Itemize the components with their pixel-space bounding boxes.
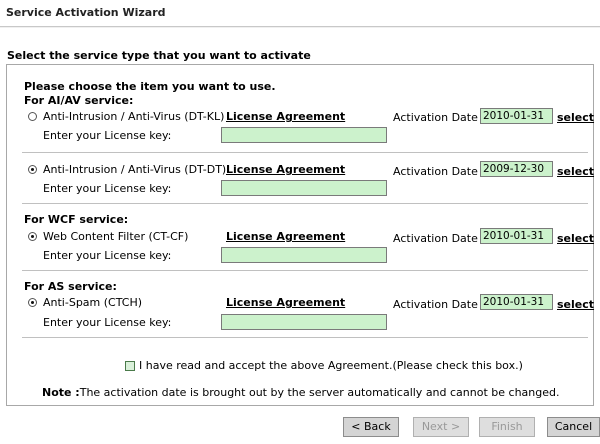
agreement-text: I have read and accept the above Agreeme… xyxy=(139,359,523,372)
divider xyxy=(22,337,588,338)
select-link-dt-kl[interactable]: select xyxy=(557,111,594,124)
divider xyxy=(22,203,588,204)
license-key-input-dt-kl[interactable] xyxy=(221,127,387,143)
cancel-button[interactable]: Cancel xyxy=(547,417,600,437)
note-text: The activation date is brought out by th… xyxy=(79,386,560,399)
license-key-label: Enter your License key: xyxy=(43,316,172,329)
radio-ctch[interactable] xyxy=(28,298,37,307)
activation-date-label: Activation Date : xyxy=(393,165,486,178)
license-key-input-ct-cf[interactable] xyxy=(221,247,387,263)
activation-date-label: Activation Date : xyxy=(393,111,486,124)
radio-ct-cf[interactable] xyxy=(28,232,37,241)
license-key-label: Enter your License key: xyxy=(43,182,172,195)
activation-date-label: Activation Date : xyxy=(393,298,486,311)
license-agreement-link-dt-dt[interactable]: License Agreement xyxy=(226,163,345,176)
section-title: Select the service type that you want to… xyxy=(7,49,311,62)
service-label-dt-kl: Anti-Intrusion / Anti-Virus (DT-KL) xyxy=(43,110,225,123)
license-key-input-dt-dt[interactable] xyxy=(221,180,387,196)
group-label-as: For AS service: xyxy=(24,280,117,293)
back-button[interactable]: < Back xyxy=(343,417,399,437)
activation-date-field-ct-cf: 2010-01-31 xyxy=(480,228,553,244)
title-divider-shadow xyxy=(0,27,600,28)
note-label: Note : xyxy=(42,386,80,399)
radio-dt-dt[interactable] xyxy=(28,165,37,174)
finish-button[interactable]: Finish xyxy=(479,417,535,437)
activation-date-field-dt-kl: 2010-01-31 xyxy=(480,108,553,124)
wizard-title: Service Activation Wizard xyxy=(6,6,166,19)
agreement-checkbox[interactable] xyxy=(125,361,135,371)
radio-dt-kl[interactable] xyxy=(28,112,37,121)
activation-date-field-dt-dt: 2009-12-30 xyxy=(480,161,553,177)
license-agreement-link-dt-kl[interactable]: License Agreement xyxy=(226,110,345,123)
select-link-ctch[interactable]: select xyxy=(557,298,594,311)
service-label-dt-dt: Anti-Intrusion / Anti-Virus (DT-DT) xyxy=(43,163,227,176)
divider xyxy=(22,152,588,153)
intro-text: Please choose the item you want to use. xyxy=(24,80,276,93)
select-link-dt-dt[interactable]: select xyxy=(557,165,594,178)
divider xyxy=(22,270,588,271)
select-link-ct-cf[interactable]: select xyxy=(557,232,594,245)
service-label-ct-cf: Web Content Filter (CT-CF) xyxy=(43,230,189,243)
note: Note :The activation date is brought out… xyxy=(42,386,560,399)
license-agreement-link-ctch[interactable]: License Agreement xyxy=(226,296,345,309)
activation-date-label: Activation Date : xyxy=(393,232,486,245)
license-agreement-link-ct-cf[interactable]: License Agreement xyxy=(226,230,345,243)
license-key-input-ctch[interactable] xyxy=(221,314,387,330)
group-label-aiav: For AI/AV service: xyxy=(24,94,134,107)
service-label-ctch: Anti-Spam (CTCH) xyxy=(43,296,143,309)
next-button[interactable]: Next > xyxy=(413,417,469,437)
license-key-label: Enter your License key: xyxy=(43,129,172,142)
activation-date-field-ctch: 2010-01-31 xyxy=(480,294,553,310)
group-label-wcf: For WCF service: xyxy=(24,213,129,226)
license-key-label: Enter your License key: xyxy=(43,249,172,262)
